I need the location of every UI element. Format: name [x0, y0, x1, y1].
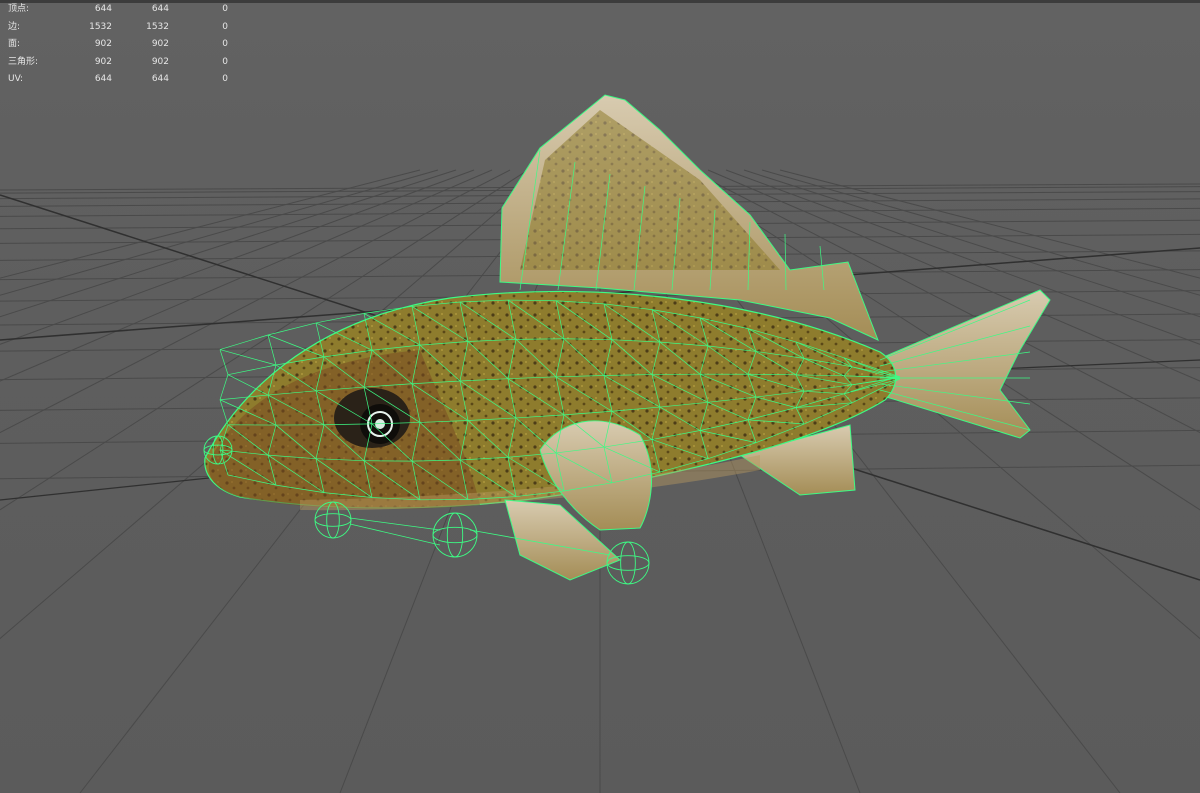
hud-value-extra: 0	[222, 21, 228, 32]
rig-control-sphere[interactable]	[432, 512, 478, 558]
hud-value-total: 644	[94, 74, 112, 85]
hud-label: 面:	[8, 39, 21, 50]
hud-label: 三角形:	[8, 56, 39, 67]
wire-edge	[267, 334, 277, 366]
hud-value-selected: 902	[151, 56, 169, 67]
hud-value-total: 902	[94, 56, 112, 67]
hud-row-faces: 面: 902 902 0	[6, 36, 236, 54]
hud-value-total: 644	[94, 4, 112, 14]
hud-row-vertices: 顶点: 644 644 0	[6, 1, 236, 19]
hud-row-triangles: 三角形: 902 902 0	[6, 54, 236, 72]
3d-viewport[interactable]: 顶点: 644 644 0 边: 1532 1532 0 面: 902 902 …	[0, 0, 1200, 793]
hud-value-extra: 0	[222, 4, 228, 14]
hud-label: UV:	[8, 74, 24, 85]
fish-mesh[interactable]	[203, 94, 1051, 585]
wire-edge	[219, 399, 229, 425]
wire-edge	[219, 374, 229, 400]
hud-label: 顶点:	[8, 4, 30, 14]
wire-edge	[267, 322, 317, 336]
hud-value-extra: 0	[222, 74, 228, 85]
hud-row-edges: 边: 1532 1532 0	[6, 19, 236, 37]
scene-canvas[interactable]	[0, 0, 1200, 793]
tail-fin	[871, 289, 1051, 439]
hud-value-total: 902	[94, 39, 112, 50]
poly-count-hud: 顶点: 644 644 0 边: 1532 1532 0 面: 902 902 …	[6, 1, 236, 89]
wire-edge	[219, 349, 229, 375]
hud-label: 边:	[8, 21, 21, 32]
rig-link	[349, 517, 441, 531]
hud-value-extra: 0	[222, 39, 228, 50]
hud-value-total: 1532	[89, 21, 112, 32]
hud-value-extra: 0	[222, 56, 228, 67]
rig-link	[349, 523, 441, 546]
hud-value-selected: 902	[151, 39, 169, 50]
hud-value-selected: 644	[151, 4, 169, 14]
hud-row-uvs: UV: 644 644 0	[6, 71, 236, 89]
eye	[334, 388, 410, 448]
hud-value-selected: 1532	[146, 21, 169, 32]
hud-value-selected: 644	[151, 74, 169, 85]
wire-edge	[227, 364, 277, 376]
